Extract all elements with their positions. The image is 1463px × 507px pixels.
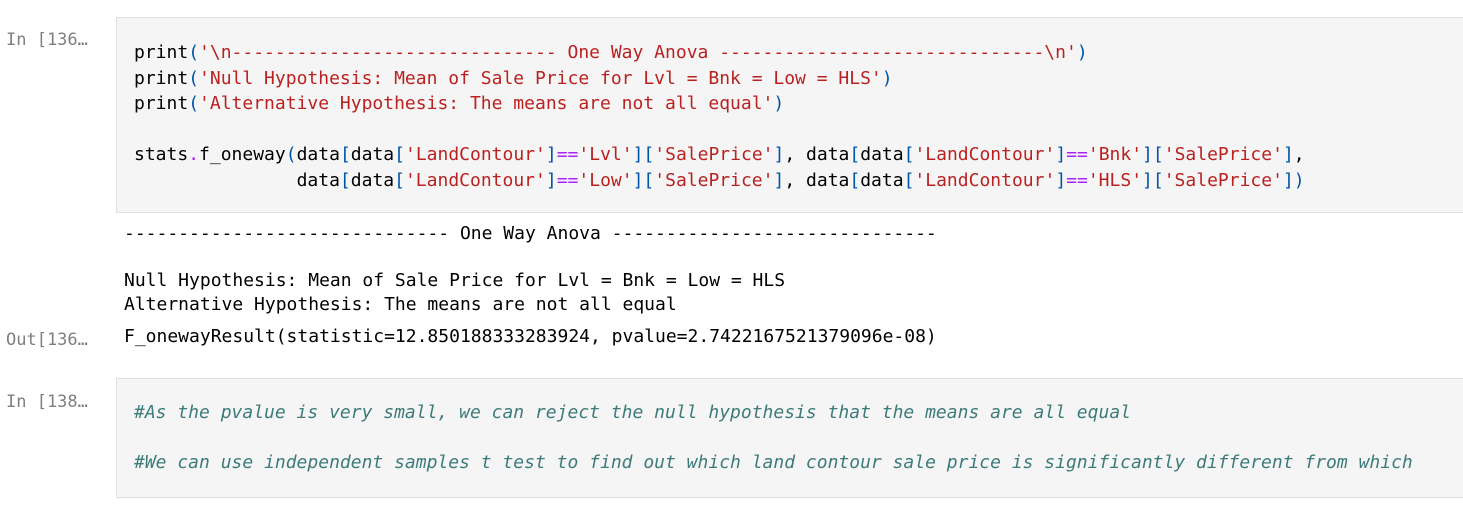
stdout-line-1: ------------------------------ One Way A…	[124, 223, 937, 244]
cell-1-result: F_onewayResult(statistic=12.850188333283…	[124, 326, 937, 347]
stdout-line-2: Null Hypothesis: Mean of Sale Price for …	[124, 270, 786, 291]
cell-1-code-editor[interactable]: print('\n------------------------------ …	[116, 17, 1463, 213]
code-line-3: print('Alternative Hypothesis: The means…	[134, 93, 785, 114]
code-line-5: stats.f_oneway(data[data['LandContour']=…	[134, 144, 1305, 165]
comment-line-2: #We can use independent samples t test t…	[134, 452, 1413, 473]
cell-2-input-prompt: In [138…	[6, 392, 88, 412]
code-line-6: data[data['LandContour']=='Low']['SalePr…	[296, 169, 1305, 191]
stdout-line-3: Alternative Hypothesis: The means are no…	[124, 294, 677, 315]
code-line-2: print('Null Hypothesis: Mean of Sale Pri…	[134, 67, 893, 89]
cell-1-input-prompt: In [136…	[6, 30, 88, 50]
code-line-1: print('\n------------------------------ …	[134, 42, 1088, 63]
comment-line-1: #As the pvalue is very small, we can rej…	[134, 402, 1131, 423]
cell-1-output-prompt: Out[136…	[6, 330, 88, 350]
cell-2-code-editor[interactable]: #As the pvalue is very small, we can rej…	[116, 378, 1463, 498]
